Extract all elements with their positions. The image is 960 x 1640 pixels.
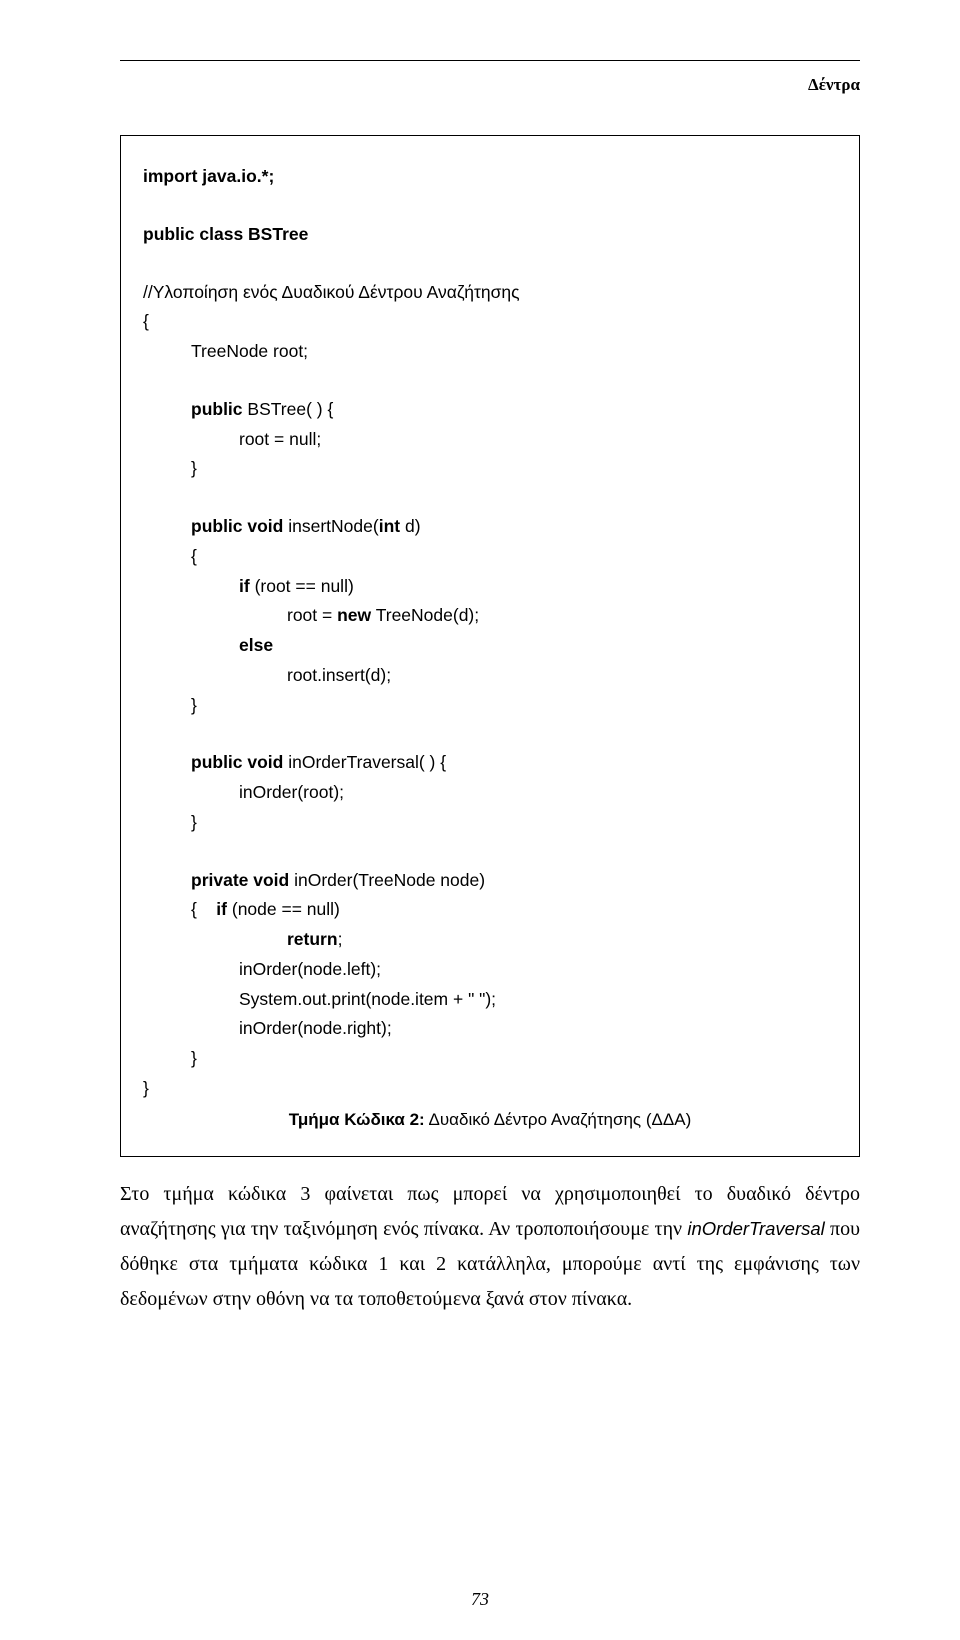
code-brace: } (143, 691, 837, 721)
code-ctor-sig: public BSTree( ) { (143, 395, 837, 425)
code-comment: //Υλοποίηση ενός Δυαδικού Δέντρου Αναζήτ… (143, 278, 837, 308)
code-if: if (root == null) (143, 572, 837, 602)
code-trav-body: inOrder(root); (143, 778, 837, 808)
code-inorder-right: inOrder(node.right); (143, 1014, 837, 1044)
code-class-decl: public class BSTree (143, 224, 308, 244)
code-inorder-print: System.out.print(node.item + " "); (143, 985, 837, 1015)
code-brace: { (143, 542, 837, 572)
code-caption: Τμήμα Κώδικα 2: Δυαδικό Δέντρο Αναζήτηση… (143, 1104, 837, 1135)
code-else: else (143, 631, 837, 661)
code-field: TreeNode root; (143, 337, 837, 367)
code-brace: { (143, 307, 837, 337)
horizontal-rule (120, 60, 860, 61)
code-import: import java.io.*; (143, 166, 274, 186)
code-ctor-body: root = null; (143, 425, 837, 455)
code-trav-sig: public void inOrderTraversal( ) { (143, 748, 837, 778)
code-inorder-left: inOrder(node.left); (143, 955, 837, 985)
code-brace: } (143, 1044, 837, 1074)
code-new: root = new TreeNode(d); (143, 601, 837, 631)
code-return: return; (143, 925, 837, 955)
code-brace: } (143, 1074, 837, 1104)
code-brace: } (143, 454, 837, 484)
code-listing: import java.io.*; public class BSTree //… (120, 135, 860, 1157)
code-brace: } (143, 808, 837, 838)
code-inorder-sig: private void inOrder(TreeNode node) (143, 866, 837, 896)
code-insert-sig: public void insertNode(int d) (143, 512, 837, 542)
code-inorder-if: { if (node == null) (143, 895, 837, 925)
page-number: 73 (0, 1589, 960, 1610)
chapter-label: Δέντρα (120, 75, 860, 95)
code-else-body: root.insert(d); (143, 661, 837, 691)
paragraph: Στο τμήμα κώδικα 3 φαίνεται πως μπορεί ν… (120, 1177, 860, 1317)
